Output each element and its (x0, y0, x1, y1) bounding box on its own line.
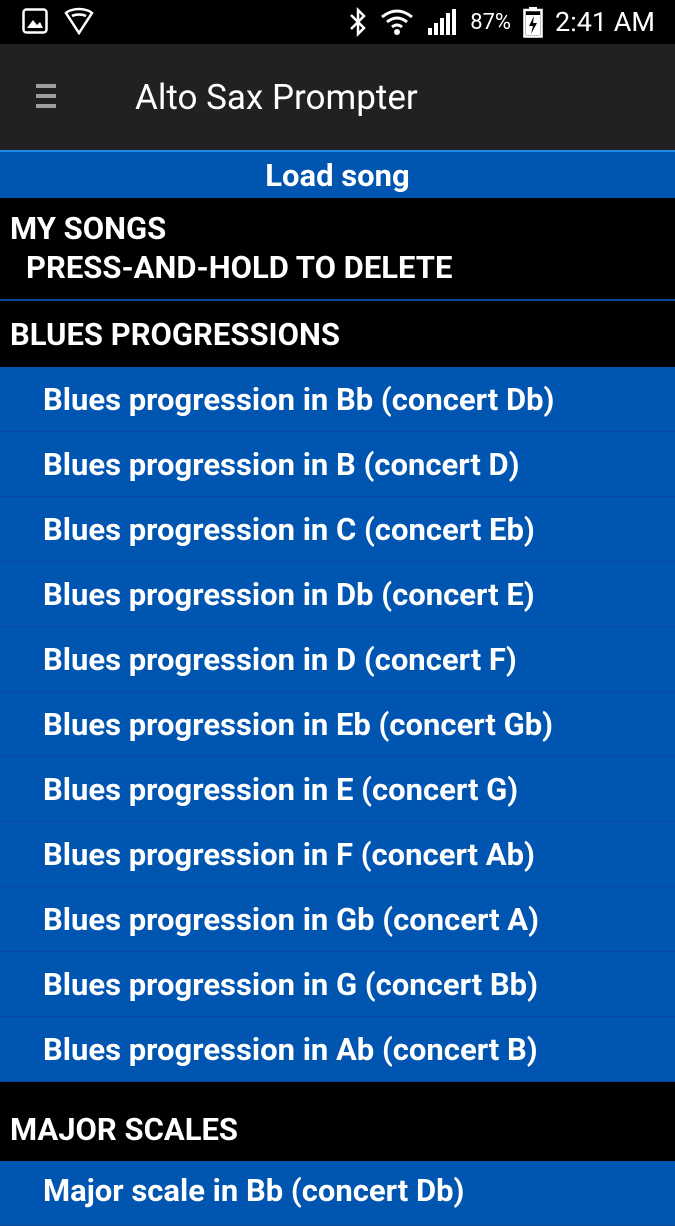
group-header-blues[interactable]: BLUES PROGRESSIONS (0, 301, 675, 367)
list-item-song[interactable]: Blues progression in E (concert G) (0, 757, 675, 822)
wifi-icon (381, 9, 414, 35)
bluetooth-icon (350, 7, 366, 37)
list-item-song[interactable]: Blues progression in C (concert Eb) (0, 497, 675, 562)
load-song-header: Load song (0, 150, 675, 198)
app-title: Alto Sax Prompter (135, 77, 418, 118)
hamburger-menu-icon[interactable] (36, 84, 56, 114)
gallery-icon (22, 8, 48, 34)
group-title-my-songs: MY SONGS (10, 210, 167, 247)
battery-charging-icon (523, 7, 543, 38)
app-bar: Alto Sax Prompter (0, 44, 675, 150)
battery-percent: 87% (470, 9, 512, 35)
status-bar: 87% 2:41 AM (0, 0, 675, 44)
list-item-song[interactable]: Blues progression in D (concert F) (0, 627, 675, 692)
shield-icon (64, 7, 94, 35)
group-subtitle-my-songs: PRESS-AND-HOLD TO DELETE (26, 249, 453, 286)
list-item-song[interactable]: Blues progression in G (concert Bb) (0, 952, 675, 1017)
clock: 2:41 AM (555, 6, 655, 38)
list-item-song[interactable]: Blues progression in Gb (concert A) (0, 887, 675, 952)
group-header-major-scales[interactable]: MAJOR SCALES (0, 1097, 675, 1161)
list-item-song[interactable]: Blues progression in Eb (concert Gb) (0, 692, 675, 757)
list-item-song[interactable]: Blues progression in Db (concert E) (0, 562, 675, 627)
major-scales-list: Major scale in Bb (concert Db) (0, 1161, 675, 1226)
blues-list: Blues progression in Bb (concert Db) Blu… (0, 367, 675, 1082)
list-item-song[interactable]: Blues progression in B (concert D) (0, 432, 675, 497)
group-header-my-songs[interactable]: MY SONGS PRESS-AND-HOLD TO DELETE (0, 198, 675, 301)
list-item-song[interactable]: Blues progression in Bb (concert Db) (0, 367, 675, 432)
list-item-song[interactable]: Blues progression in F (concert Ab) (0, 822, 675, 887)
list-item-song[interactable]: Major scale in Bb (concert Db) (0, 1161, 675, 1226)
list-item-song[interactable]: Blues progression in Ab (concert B) (0, 1017, 675, 1082)
cell-signal-icon (428, 9, 457, 35)
